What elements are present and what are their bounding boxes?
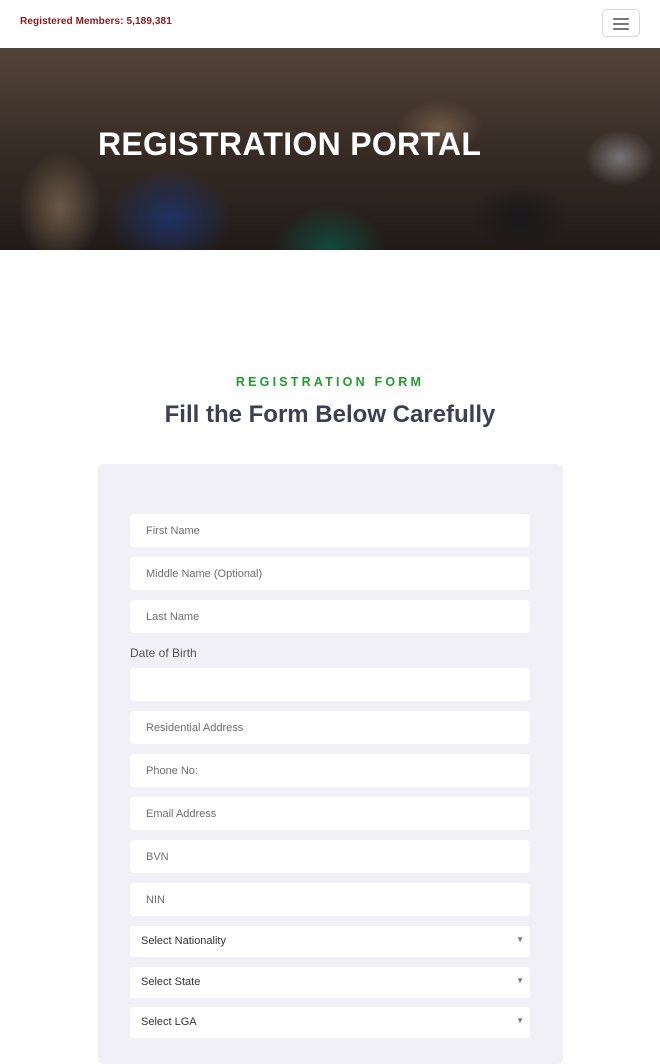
lga-select-value: Select LGA bbox=[141, 1016, 197, 1028]
bvn-input[interactable] bbox=[130, 840, 530, 873]
email-input[interactable] bbox=[130, 797, 530, 830]
menu-toggle-button[interactable] bbox=[602, 9, 640, 37]
residential-address-input[interactable] bbox=[130, 711, 530, 744]
hero-banner: REGISTRATION PORTAL bbox=[0, 48, 660, 250]
lga-select[interactable]: Select LGA ▼ bbox=[130, 1007, 530, 1038]
state-select[interactable]: Select State ▼ bbox=[130, 967, 530, 998]
caret-down-icon: ▼ bbox=[516, 1016, 524, 1025]
phone-input[interactable] bbox=[130, 754, 530, 787]
registered-members-count: Registered Members: 5,189,381 bbox=[20, 16, 172, 27]
nationality-select-value: Select Nationality bbox=[141, 935, 226, 947]
caret-down-icon: ▼ bbox=[516, 976, 524, 985]
nationality-select[interactable]: Select Nationality ▼ bbox=[130, 926, 530, 957]
registration-form: Date of Birth Select Nationality ▼ Selec… bbox=[98, 464, 563, 1064]
state-select-value: Select State bbox=[141, 976, 201, 988]
caret-down-icon: ▼ bbox=[516, 935, 524, 944]
top-navbar: Registered Members: 5,189,381 bbox=[0, 0, 660, 48]
section-eyebrow: REGISTRATION FORM bbox=[235, 375, 425, 389]
section-headline: Fill the Form Below Carefully bbox=[164, 401, 496, 428]
date-of-birth-label: Date of Birth bbox=[130, 646, 197, 660]
last-name-input[interactable] bbox=[130, 600, 530, 633]
middle-name-input[interactable] bbox=[130, 557, 530, 590]
hero-title: REGISTRATION PORTAL bbox=[98, 126, 482, 162]
hamburger-icon bbox=[613, 18, 629, 20]
date-of-birth-input[interactable] bbox=[130, 668, 530, 701]
nin-input[interactable] bbox=[130, 883, 530, 916]
first-name-input[interactable] bbox=[130, 514, 530, 547]
